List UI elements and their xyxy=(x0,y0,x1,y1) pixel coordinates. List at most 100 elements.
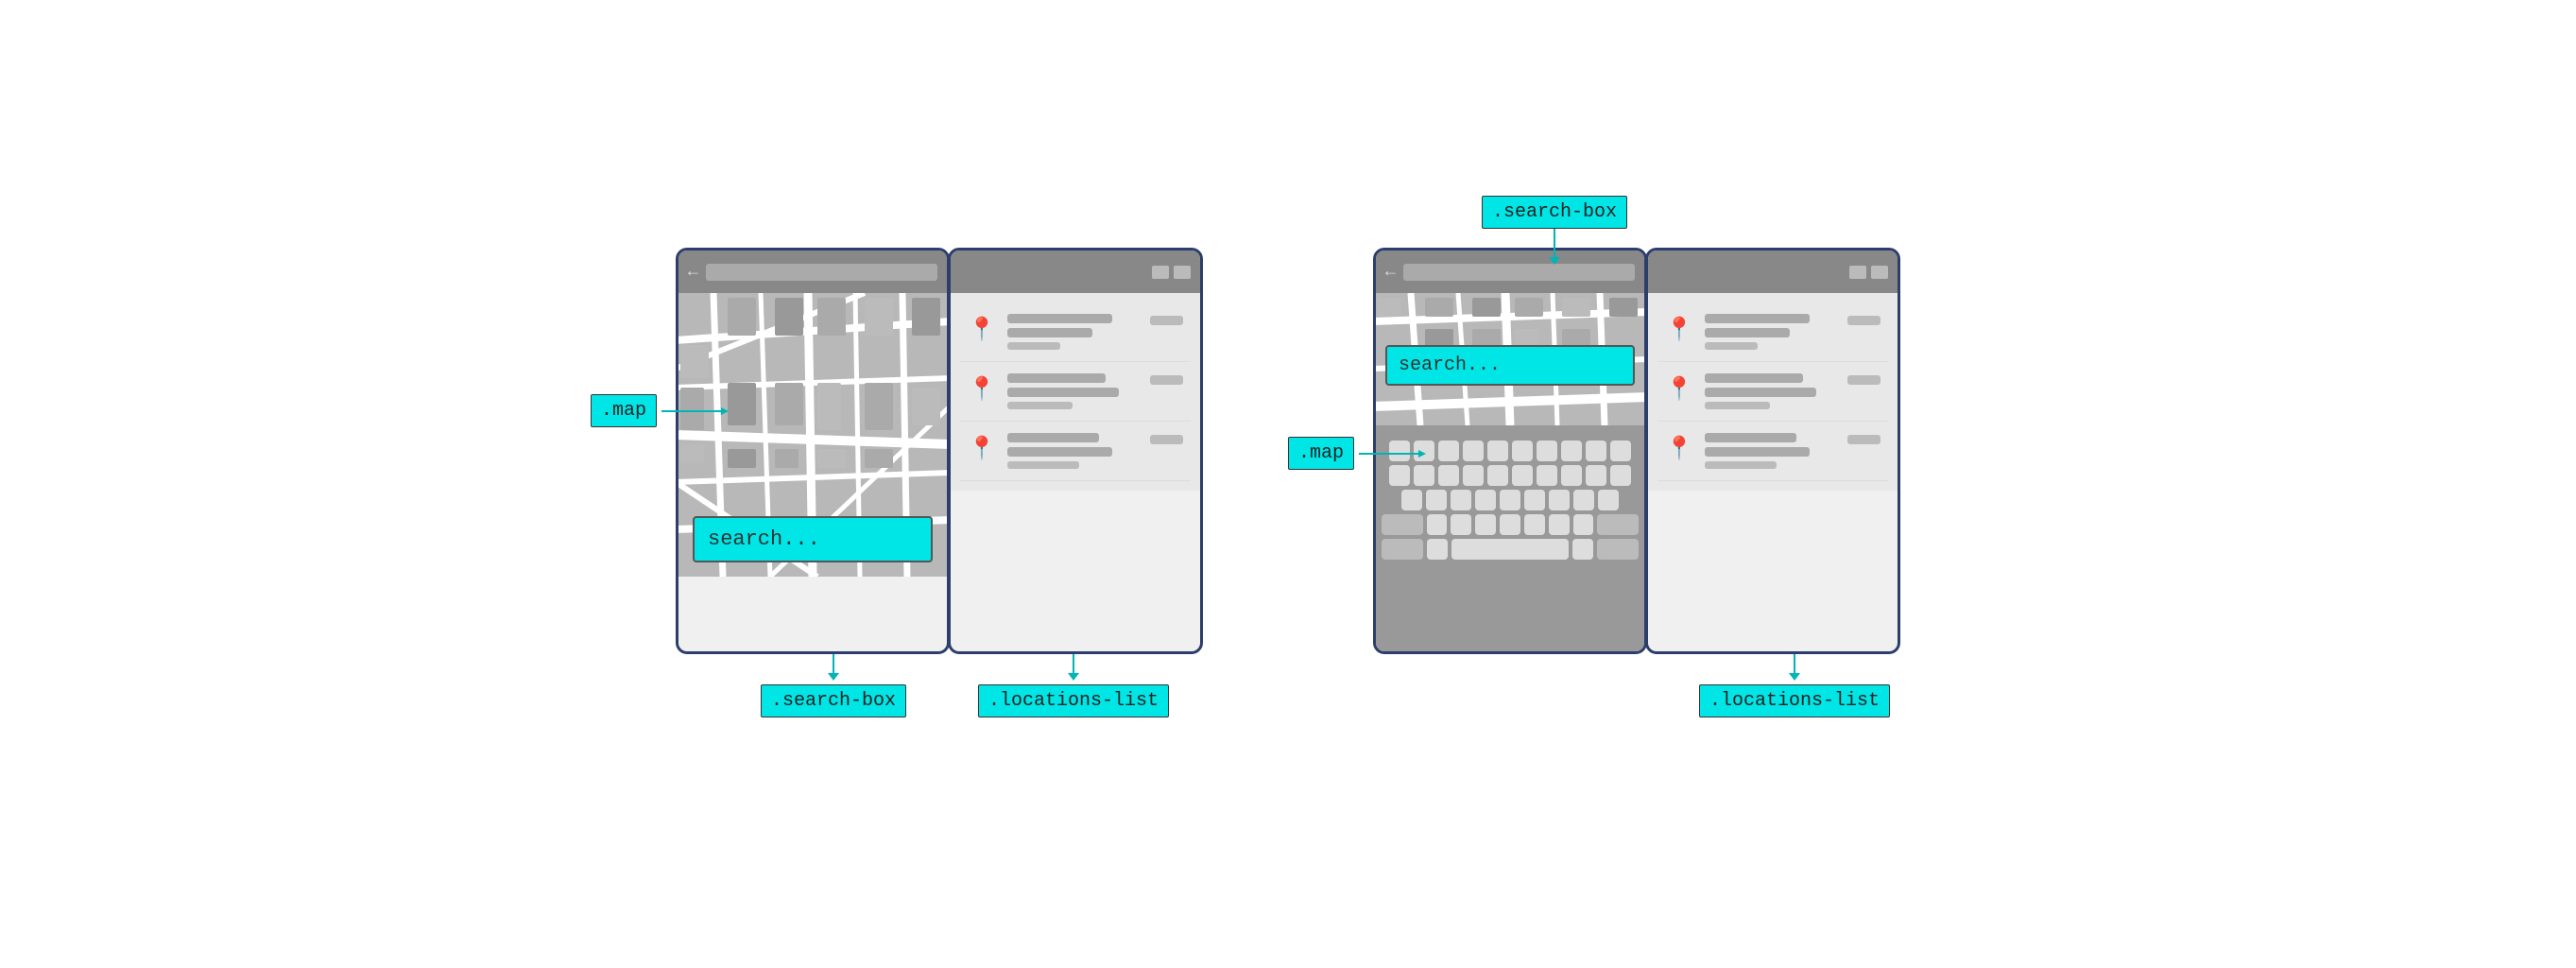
icon-sq-1 xyxy=(1152,266,1169,279)
key[interactable] xyxy=(1573,490,1594,510)
key[interactable] xyxy=(1572,539,1593,560)
key[interactable] xyxy=(1586,441,1606,461)
key[interactable] xyxy=(1549,490,1570,510)
key[interactable] xyxy=(1537,465,1557,486)
text-line xyxy=(1007,447,1112,457)
phones-row-2: ← xyxy=(1373,248,1900,654)
key[interactable] xyxy=(1475,490,1496,510)
arrow-tip-2 xyxy=(1789,673,1800,681)
list-item: 📍 xyxy=(1657,422,1888,481)
text-line xyxy=(1705,433,1796,442)
key[interactable] xyxy=(1537,441,1557,461)
key[interactable] xyxy=(1598,490,1619,510)
search-box-1[interactable]: search... xyxy=(693,516,933,562)
key[interactable] xyxy=(1487,465,1508,486)
key[interactable] xyxy=(1524,514,1545,535)
key[interactable] xyxy=(1487,441,1508,461)
side-badge xyxy=(1150,316,1183,325)
left-phone-1: ← xyxy=(676,248,950,654)
key[interactable] xyxy=(1451,514,1471,535)
key[interactable] xyxy=(1427,539,1448,560)
location-text-3 xyxy=(1007,433,1139,469)
right-header-2 xyxy=(1648,251,1898,293)
key[interactable] xyxy=(1610,441,1631,461)
shift-key[interactable] xyxy=(1382,514,1423,535)
bottom-labels-2: .locations-list xyxy=(1373,654,1900,739)
arrow-tip xyxy=(1549,257,1560,265)
text-line xyxy=(1705,328,1790,337)
bottom-labels-1: .search-box .locations-list xyxy=(676,654,1203,739)
icon-sq-4 xyxy=(1871,266,1888,279)
return-key[interactable] xyxy=(1597,539,1639,560)
map-area-1: search... xyxy=(678,293,947,577)
side-badge xyxy=(1150,375,1183,385)
text-line xyxy=(1007,388,1119,397)
locations-list-annotation-1: .locations-list xyxy=(978,654,1169,717)
numbers-key[interactable] xyxy=(1382,539,1423,560)
diagram-section-1: .map ← xyxy=(676,248,1203,739)
key[interactable] xyxy=(1438,441,1459,461)
key[interactable] xyxy=(1463,465,1484,486)
location-text-1 xyxy=(1007,314,1139,350)
map-label-box-1: .map xyxy=(591,394,657,427)
diagram-section-2: .map .search-box ← xyxy=(1373,248,1900,739)
locations-list-label-1: .locations-list xyxy=(978,684,1169,717)
search-box-annotation-1: .search-box xyxy=(761,654,906,717)
arrow-tip xyxy=(828,673,839,681)
list-item: 📍 xyxy=(960,422,1191,481)
side-badge xyxy=(1847,435,1880,444)
key-row-3 xyxy=(1382,490,1639,510)
text-line xyxy=(1007,342,1060,350)
search-box-label-1: .search-box xyxy=(761,684,906,717)
text-line xyxy=(1007,314,1112,323)
key[interactable] xyxy=(1561,465,1582,486)
locations-list-annotation-2: .locations-list xyxy=(1699,654,1890,717)
key[interactable] xyxy=(1463,441,1484,461)
key[interactable] xyxy=(1549,514,1570,535)
backspace-key[interactable] xyxy=(1597,514,1639,535)
key[interactable] xyxy=(1512,441,1533,461)
list-item: 📍 xyxy=(960,302,1191,362)
icon-sq-3 xyxy=(1849,266,1866,279)
key-row-4 xyxy=(1382,514,1639,535)
key[interactable] xyxy=(1426,490,1447,510)
key[interactable] xyxy=(1573,514,1594,535)
key[interactable] xyxy=(1438,465,1459,486)
key[interactable] xyxy=(1512,465,1533,486)
map-area-2: search... xyxy=(1376,293,1644,425)
text-line xyxy=(1007,461,1080,469)
pin-icon: 📍 xyxy=(1665,435,1693,463)
text-line xyxy=(1007,433,1099,442)
search-box-active-2[interactable]: search... xyxy=(1385,345,1635,386)
pin-icon: 📍 xyxy=(968,435,996,463)
key[interactable] xyxy=(1500,514,1520,535)
icon-sq-2 xyxy=(1174,266,1191,279)
key[interactable] xyxy=(1586,465,1606,486)
text-line xyxy=(1705,314,1810,323)
location-text-2 xyxy=(1007,373,1139,409)
arrow-line-search xyxy=(833,654,834,673)
text-line xyxy=(1705,402,1771,409)
key[interactable] xyxy=(1451,490,1471,510)
key[interactable] xyxy=(1401,490,1422,510)
text-line xyxy=(1705,342,1758,350)
pin-icon: 📍 xyxy=(1665,375,1693,404)
location-text xyxy=(1705,373,1836,409)
key[interactable] xyxy=(1561,441,1582,461)
map-label-1: .map xyxy=(591,394,732,427)
key[interactable] xyxy=(1610,465,1631,486)
space-key[interactable] xyxy=(1451,539,1569,560)
phones-row-1: ← xyxy=(676,248,1203,654)
location-text xyxy=(1705,433,1836,469)
key[interactable] xyxy=(1500,490,1520,510)
main-container: .map ← xyxy=(638,191,1938,777)
key[interactable] xyxy=(1524,490,1545,510)
map-arrow-1 xyxy=(657,402,732,421)
locations-list-label-2: .locations-list xyxy=(1699,684,1890,717)
side-badge xyxy=(1847,316,1880,325)
key[interactable] xyxy=(1427,514,1448,535)
list-item: 📍 xyxy=(960,362,1191,422)
back-arrow-1: ← xyxy=(688,263,698,282)
key[interactable] xyxy=(1475,514,1496,535)
search-box-label-2: .search-box xyxy=(1482,196,1627,229)
